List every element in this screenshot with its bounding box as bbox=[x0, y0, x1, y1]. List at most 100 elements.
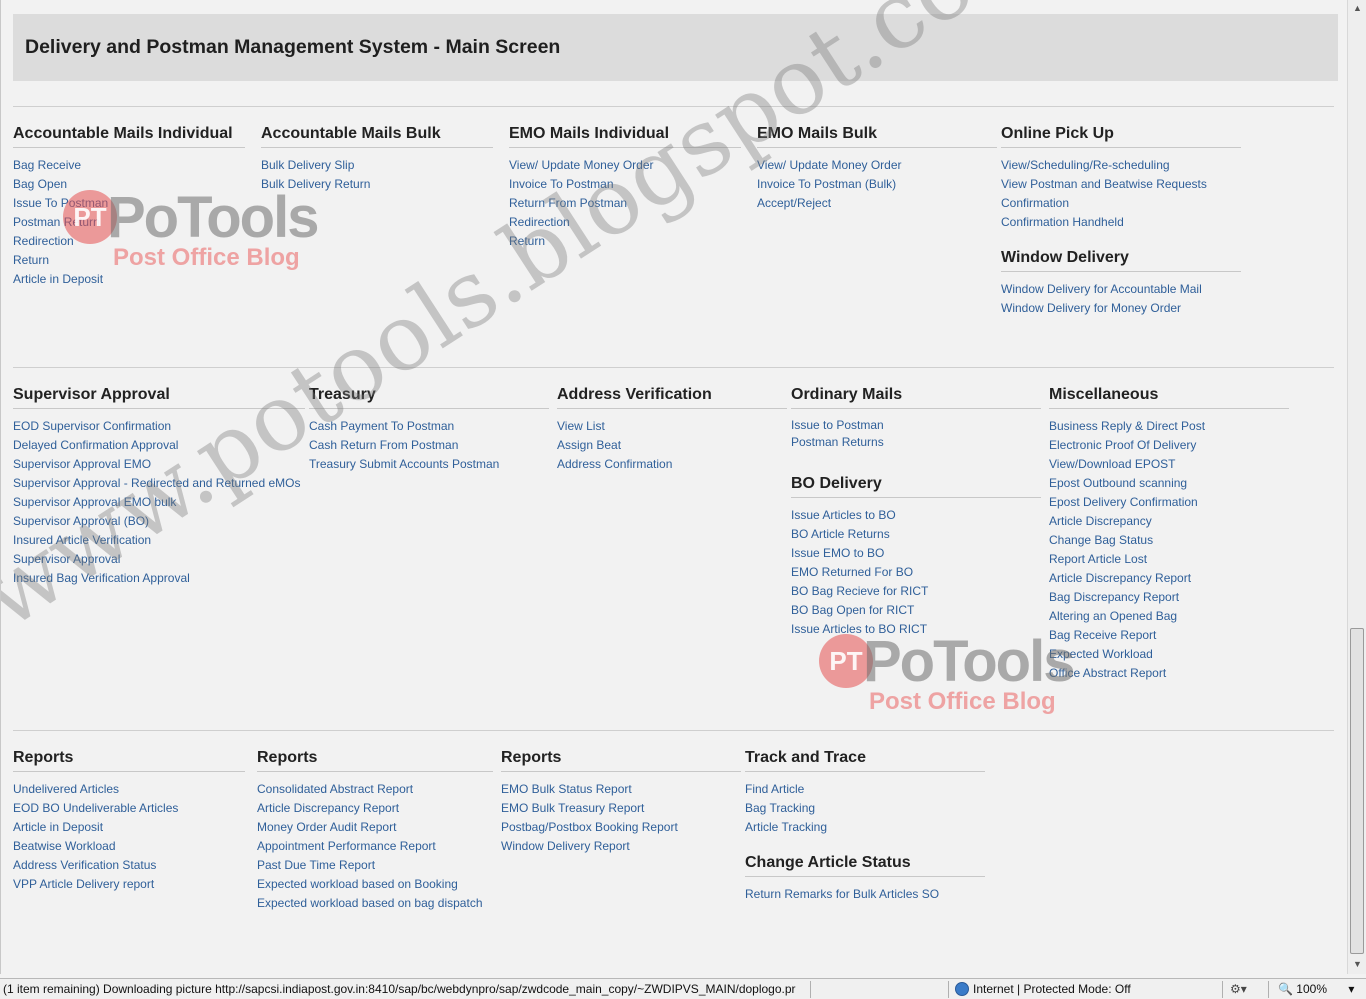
menu-link[interactable]: Treasury Submit Accounts Postman bbox=[309, 455, 549, 474]
page-content: Delivery and Postman Management System -… bbox=[0, 0, 1347, 974]
menu-link[interactable]: Epost Delivery Confirmation bbox=[1049, 493, 1289, 512]
scroll-down-icon[interactable]: ▼ bbox=[1350, 957, 1365, 972]
menu-link[interactable]: Postman Return bbox=[13, 213, 245, 232]
menu-link[interactable]: View List bbox=[557, 417, 787, 436]
security-zone[interactable]: Internet | Protected Mode: Off bbox=[955, 982, 1131, 996]
menu-link[interactable]: Accept/Reject bbox=[757, 194, 997, 213]
menu-link[interactable]: EMO Bulk Status Report bbox=[501, 780, 741, 799]
section-title: Change Article Status bbox=[745, 853, 985, 877]
scroll-up-icon[interactable]: ▲ bbox=[1350, 1, 1365, 16]
menu-link[interactable]: Business Reply & Direct Post bbox=[1049, 417, 1289, 436]
menu-link[interactable]: Redirection bbox=[509, 213, 741, 232]
menu-link[interactable]: Bag Open bbox=[13, 175, 245, 194]
menu-link[interactable]: Article in Deposit bbox=[13, 818, 245, 837]
menu-link[interactable]: Insured Article Verification bbox=[13, 531, 305, 550]
menu-link[interactable]: View/Scheduling/Re-scheduling bbox=[1001, 156, 1241, 175]
scrollbar-thumb[interactable] bbox=[1350, 628, 1364, 954]
menu-link[interactable]: Address Verification Status bbox=[13, 856, 245, 875]
menu-link[interactable]: Expected workload based on Booking bbox=[257, 875, 493, 894]
menu-link[interactable]: Supervisor Approval (BO) bbox=[13, 512, 305, 531]
menu-link[interactable]: Expected workload based on bag dispatch bbox=[257, 894, 493, 913]
menu-link[interactable]: Article Discrepancy Report bbox=[257, 799, 493, 818]
menu-link[interactable]: Insured Bag Verification Approval bbox=[13, 569, 305, 588]
menu-link[interactable]: Article in Deposit bbox=[13, 270, 245, 289]
menu-link[interactable]: BO Bag Recieve for RICT bbox=[791, 582, 1041, 601]
menu-link[interactable]: Electronic Proof Of Delivery bbox=[1049, 436, 1289, 455]
protected-mode-icon[interactable]: ⚙▾ bbox=[1230, 982, 1247, 996]
menu-link[interactable]: Cash Return From Postman bbox=[309, 436, 549, 455]
menu-link[interactable]: Undelivered Articles bbox=[13, 780, 245, 799]
menu-link[interactable]: Bulk Delivery Slip bbox=[261, 156, 493, 175]
section-title: Miscellaneous bbox=[1049, 385, 1289, 409]
menu-link[interactable]: Appointment Performance Report bbox=[257, 837, 493, 856]
vertical-scrollbar[interactable]: ▲ ▼ bbox=[1347, 0, 1366, 974]
logo-subtitle: Post Office Blog bbox=[869, 688, 1056, 715]
menu-link[interactable]: View/ Update Money Order bbox=[757, 156, 997, 175]
menu-link[interactable]: Issue EMO to BO bbox=[791, 544, 1041, 563]
menu-link[interactable]: Article Discrepancy bbox=[1049, 512, 1289, 531]
menu-link[interactable]: Confirmation Handheld bbox=[1001, 213, 1241, 232]
section-title: Reports bbox=[257, 748, 493, 772]
divider bbox=[13, 106, 1334, 107]
menu-link[interactable]: Find Article bbox=[745, 780, 985, 799]
menu-link[interactable]: Return bbox=[13, 251, 245, 270]
menu-link[interactable]: EMO Returned For BO bbox=[791, 563, 1041, 582]
menu-link[interactable]: Window Delivery for Accountable Mail bbox=[1001, 280, 1241, 299]
menu-link[interactable]: Invoice To Postman bbox=[509, 175, 741, 194]
menu-link[interactable]: Change Bag Status bbox=[1049, 531, 1289, 550]
menu-link[interactable]: Postman Returns bbox=[791, 434, 1041, 451]
menu-link[interactable]: Address Confirmation bbox=[557, 455, 787, 474]
menu-link[interactable]: Return Remarks for Bulk Articles SO bbox=[745, 885, 985, 904]
status-bar: (1 item remaining) Downloading picture h… bbox=[0, 978, 1366, 999]
menu-link[interactable]: Bag Discrepancy Report bbox=[1049, 588, 1289, 607]
menu-link[interactable]: Issue Articles to BO bbox=[791, 506, 1041, 525]
menu-link[interactable]: Window Delivery for Money Order bbox=[1001, 299, 1241, 318]
menu-list: Find Article Bag Tracking Article Tracki… bbox=[745, 780, 985, 837]
section-miscellaneous: Miscellaneous Business Reply & Direct Po… bbox=[1049, 385, 1289, 683]
menu-link[interactable]: EOD BO Undeliverable Articles bbox=[13, 799, 245, 818]
menu-link[interactable]: Past Due Time Report bbox=[257, 856, 493, 875]
menu-link[interactable]: Issue To Postman bbox=[13, 194, 245, 213]
menu-link[interactable]: Delayed Confirmation Approval bbox=[13, 436, 305, 455]
menu-link[interactable]: Issue to Postman bbox=[791, 417, 1041, 434]
menu-link[interactable]: Supervisor Approval - Redirected and Ret… bbox=[13, 474, 305, 493]
menu-link[interactable]: Report Article Lost bbox=[1049, 550, 1289, 569]
menu-link[interactable]: Supervisor Approval bbox=[13, 550, 305, 569]
menu-link[interactable]: Confirmation bbox=[1001, 194, 1241, 213]
menu-link[interactable]: Cash Payment To Postman bbox=[309, 417, 549, 436]
menu-link[interactable]: View Postman and Beatwise Requests bbox=[1001, 175, 1241, 194]
menu-link[interactable]: Invoice To Postman (Bulk) bbox=[757, 175, 997, 194]
menu-link[interactable]: Altering an Opened Bag bbox=[1049, 607, 1289, 626]
menu-link[interactable]: Money Order Audit Report bbox=[257, 818, 493, 837]
menu-link[interactable]: Return bbox=[509, 232, 741, 251]
menu-link[interactable]: Beatwise Workload bbox=[13, 837, 245, 856]
menu-link[interactable]: VPP Article Delivery report bbox=[13, 875, 245, 894]
menu-link[interactable]: Postbag/Postbox Booking Report bbox=[501, 818, 741, 837]
menu-link[interactable]: Supervisor Approval EMO bulk bbox=[13, 493, 305, 512]
menu-link[interactable]: Issue Articles to BO RICT bbox=[791, 620, 1041, 639]
menu-link[interactable]: Office Abstract Report bbox=[1049, 664, 1289, 683]
menu-link[interactable]: Bulk Delivery Return bbox=[261, 175, 493, 194]
menu-link[interactable]: Article Discrepancy Report bbox=[1049, 569, 1289, 588]
menu-link[interactable]: Epost Outbound scanning bbox=[1049, 474, 1289, 493]
menu-link[interactable]: EOD Supervisor Confirmation bbox=[13, 417, 305, 436]
menu-list: View/Scheduling/Re-scheduling View Postm… bbox=[1001, 156, 1241, 232]
menu-link[interactable]: Bag Receive bbox=[13, 156, 245, 175]
menu-link[interactable]: Bag Tracking bbox=[745, 799, 985, 818]
menu-link[interactable]: Assign Beat bbox=[557, 436, 787, 455]
menu-link[interactable]: Bag Receive Report bbox=[1049, 626, 1289, 645]
chevron-down-icon: ▾ bbox=[1348, 982, 1355, 996]
menu-link[interactable]: View/Download EPOST bbox=[1049, 455, 1289, 474]
menu-link[interactable]: Supervisor Approval EMO bbox=[13, 455, 305, 474]
menu-link[interactable]: Consolidated Abstract Report bbox=[257, 780, 493, 799]
menu-link[interactable]: View/ Update Money Order bbox=[509, 156, 741, 175]
menu-link[interactable]: EMO Bulk Treasury Report bbox=[501, 799, 741, 818]
menu-link[interactable]: Return From Postman bbox=[509, 194, 741, 213]
menu-link[interactable]: Article Tracking bbox=[745, 818, 985, 837]
zoom-control[interactable]: 🔍 100% ▾ bbox=[1278, 982, 1354, 996]
menu-link[interactable]: BO Article Returns bbox=[791, 525, 1041, 544]
menu-link[interactable]: Window Delivery Report bbox=[501, 837, 741, 856]
menu-link[interactable]: Expected Workload bbox=[1049, 645, 1289, 664]
menu-link[interactable]: BO Bag Open for RICT bbox=[791, 601, 1041, 620]
menu-link[interactable]: Redirection bbox=[13, 232, 245, 251]
